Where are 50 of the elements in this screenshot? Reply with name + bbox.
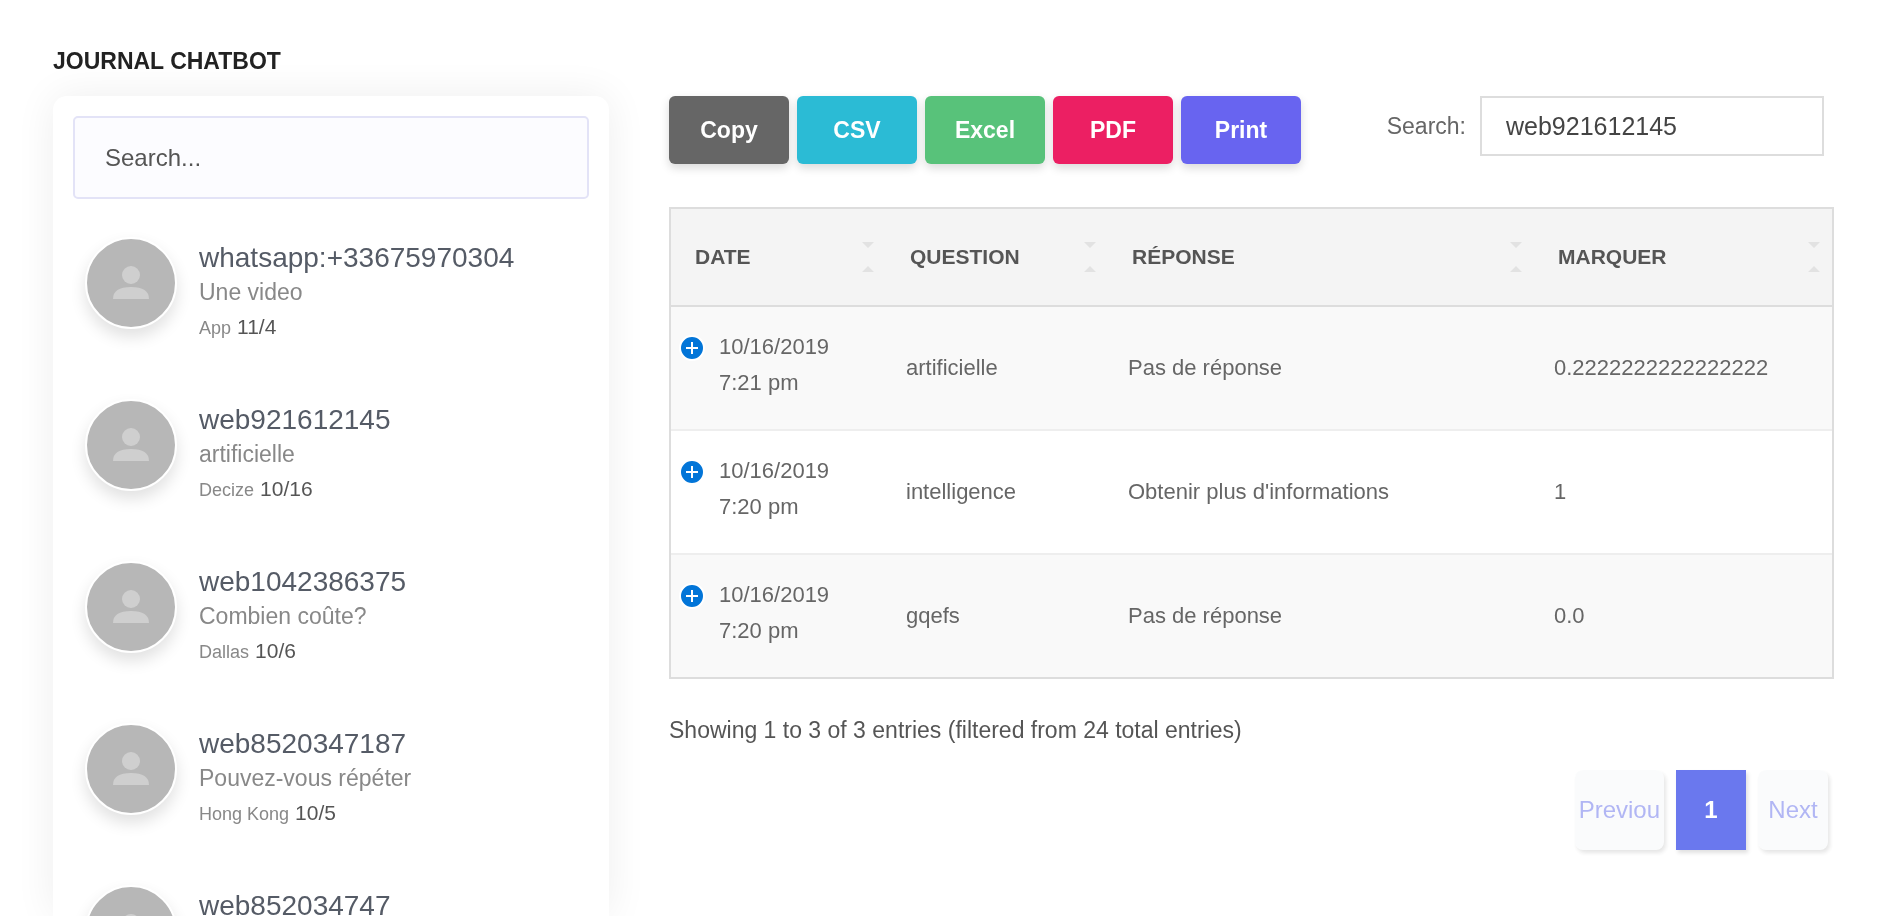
contact-date: 10/6 [255, 639, 296, 663]
contact-name: web852034747 [199, 889, 391, 916]
contact-location: Hong Kong [199, 804, 290, 825]
contact-item[interactable]: web8520347187 Pouvez-vous répéter Hong Kong 10/5 [73, 723, 589, 847]
response-cell: Pas de réponse [1128, 355, 1283, 381]
contact-item[interactable]: web852034747 [73, 885, 589, 916]
export-button[interactable]: Copy [669, 96, 789, 164]
response-cell: Obtenir plus d'informations [1128, 479, 1389, 505]
contact-location: Dallas [199, 642, 250, 663]
contact-item[interactable]: web921612145 artificielle Decize 10/16 [73, 399, 589, 523]
date-cell-text: 10/16/2019 7:21 pm [719, 333, 831, 397]
contact-name: whatsapp:+33675970304 [199, 241, 515, 275]
contact-message: Une video [199, 278, 304, 307]
contact-item[interactable]: whatsapp:+33675970304 Une video App 11/4 [73, 237, 589, 361]
column-header[interactable]: MARQUER [1534, 209, 1832, 305]
contact-message: Combien coûte? [199, 602, 368, 631]
page-title: JOURNAL CHATBOT [53, 48, 282, 76]
date-cell-text: 10/16/2019 7:20 pm [719, 581, 831, 645]
search-field[interactable]: Search... [73, 116, 589, 199]
contact-date: 10/5 [295, 801, 336, 825]
expand-icon[interactable] [679, 335, 705, 361]
question-cell: gqefs [906, 603, 960, 629]
contact-item[interactable]: web1042386375 Combien coûte? Dallas 10/6 [73, 561, 589, 685]
column-header[interactable]: DATE [671, 209, 886, 305]
response-cell: Pas de réponse [1128, 603, 1283, 629]
score-cell: 0.0 [1554, 603, 1585, 629]
question-cell: intelligence [906, 479, 1017, 505]
date-cell-text: 10/16/2019 7:20 pm [719, 457, 831, 521]
export-button[interactable]: PDF [1053, 96, 1173, 164]
column-header[interactable]: RÉPONSE [1108, 209, 1534, 305]
contact-location: App [199, 318, 232, 339]
question-cell: artificielle [906, 355, 998, 381]
column-header[interactable]: QUESTION [886, 209, 1108, 305]
contact-message: Pouvez-vous répéter [199, 764, 412, 793]
search-field[interactable]: web921612145 [1480, 96, 1824, 156]
contact-date: 10/16 [260, 477, 313, 501]
contact-message: artificielle [199, 440, 296, 469]
export-button[interactable]: Print [1181, 96, 1301, 164]
contact-date: 11/4 [237, 315, 277, 339]
contact-name: web1042386375 [199, 565, 407, 599]
contact-location: Decize [199, 480, 255, 501]
expand-icon[interactable] [679, 583, 705, 609]
expand-icon[interactable] [679, 459, 705, 485]
search-label: Search: [1386, 112, 1466, 140]
contact-name: web921612145 [199, 403, 391, 437]
score-cell: 0.2222222222222222 [1554, 355, 1769, 381]
table-info: Showing 1 to 3 of 3 entries (filtered from 24 total entries) [669, 717, 1243, 744]
page-button[interactable]: 1 [1676, 770, 1746, 850]
contact-name: web8520347187 [199, 727, 408, 761]
score-cell: 1 [1554, 479, 1567, 505]
